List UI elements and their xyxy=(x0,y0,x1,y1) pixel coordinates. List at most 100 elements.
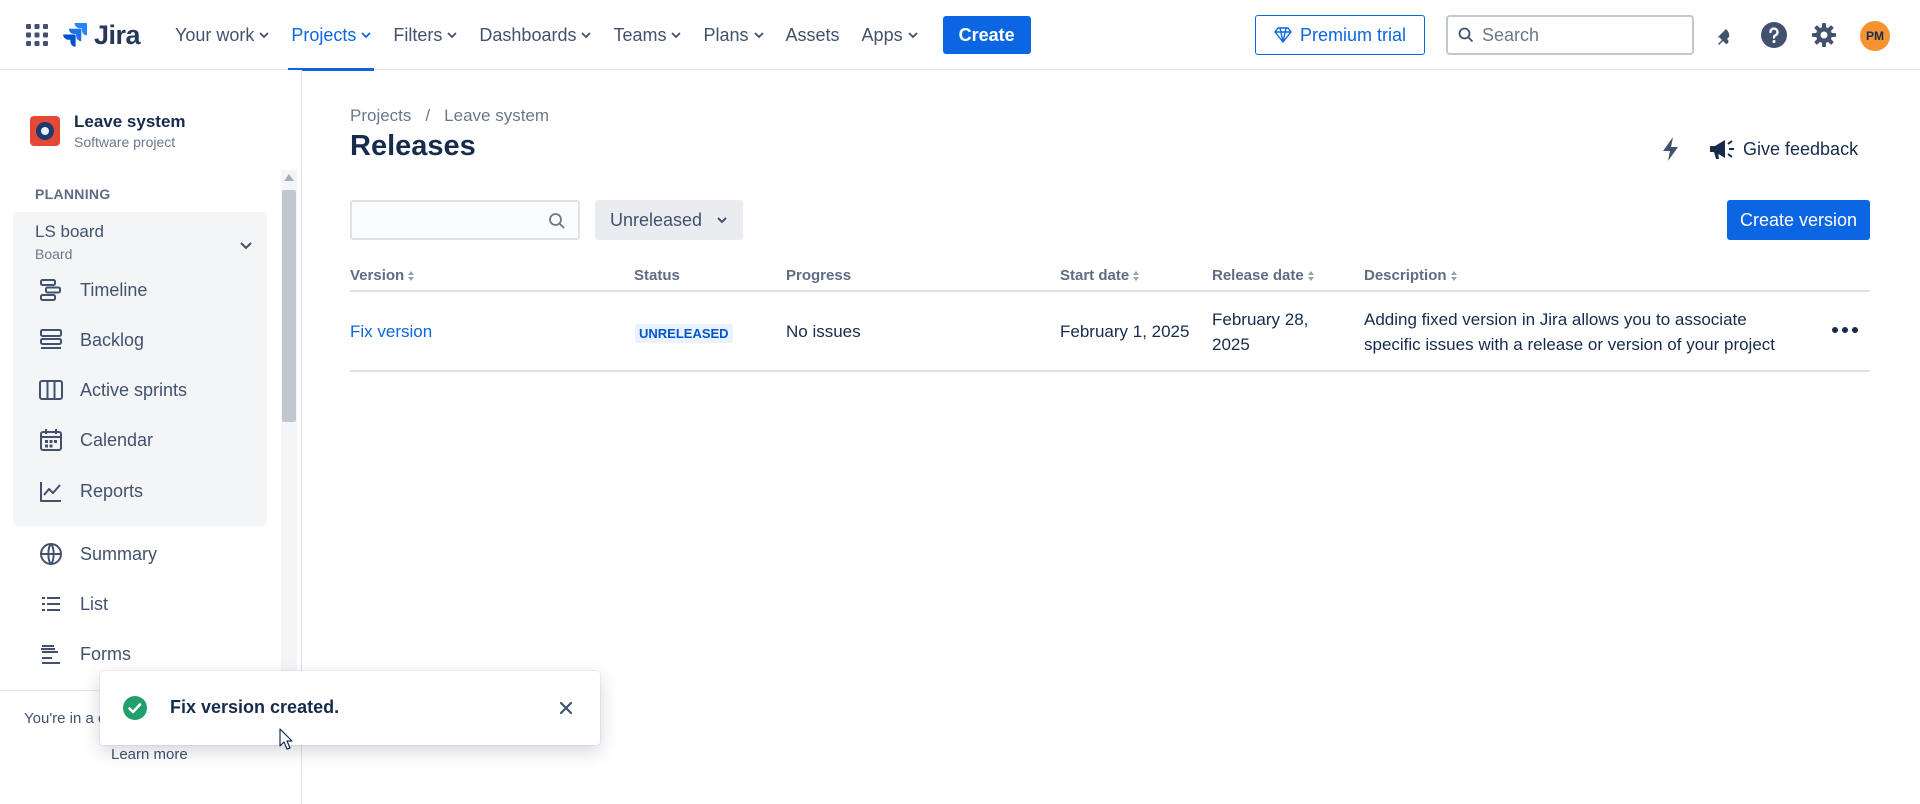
status-filter-dropdown[interactable]: Unreleased xyxy=(595,200,743,240)
releases-table: Version Status Progress Start date Relea… xyxy=(350,262,1870,372)
column-header-release-date[interactable]: Release date xyxy=(1212,267,1314,284)
search-box[interactable] xyxy=(1446,15,1694,55)
nav-label: Plans xyxy=(703,24,749,45)
project-header[interactable]: Leave system Software project xyxy=(30,112,186,150)
description-line: specific issues with a release or versio… xyxy=(1364,335,1776,354)
sidebar-scrollbar[interactable] xyxy=(281,170,297,690)
chevron-down-icon xyxy=(717,217,727,224)
sidebar-item-label: Forms xyxy=(80,643,131,664)
nav-projects[interactable]: Projects xyxy=(280,0,382,71)
sidebar-item-reports[interactable]: Reports xyxy=(38,478,143,504)
chevron-down-icon xyxy=(671,32,682,39)
board-selector[interactable]: LS board Board xyxy=(35,222,259,262)
project-type: Software project xyxy=(74,134,176,150)
success-check-icon xyxy=(123,696,147,720)
column-header-start-date[interactable]: Start date xyxy=(1060,267,1140,284)
sidebar-item-calendar[interactable]: Calendar xyxy=(38,427,153,453)
premium-trial-button[interactable]: Premium trial xyxy=(1255,15,1425,55)
nav-dashboards[interactable]: Dashboards xyxy=(468,0,602,70)
sort-icon xyxy=(1133,270,1140,281)
close-icon[interactable] xyxy=(556,698,576,718)
nav-teams[interactable]: Teams xyxy=(602,0,692,70)
sidebar-item-list[interactable]: List xyxy=(38,591,108,617)
column-label: Version xyxy=(350,267,405,284)
project-name: Leave system xyxy=(74,112,186,131)
planning-section-label: PLANNING xyxy=(35,186,111,202)
search-icon xyxy=(549,213,565,229)
success-toast: Fix version created. xyxy=(100,671,600,745)
calendar-icon xyxy=(40,429,62,451)
nav-filters[interactable]: Filters xyxy=(382,0,468,70)
nav-apps[interactable]: Apps xyxy=(851,0,929,70)
status-badge: UNRELEASED xyxy=(635,324,733,343)
chevron-down-icon xyxy=(361,32,372,39)
nav-plans[interactable]: Plans xyxy=(692,0,774,70)
create-version-button[interactable]: Create version xyxy=(1727,200,1870,240)
nav-label: Filters xyxy=(393,24,443,45)
chevron-down-icon xyxy=(447,32,458,39)
learn-more-link[interactable]: Learn more xyxy=(111,746,188,763)
jira-logo-icon xyxy=(63,23,87,47)
sort-icon xyxy=(1450,270,1457,281)
page-title: Releases xyxy=(350,130,476,162)
backlog-icon xyxy=(40,329,62,349)
give-feedback-label: Give feedback xyxy=(1743,138,1859,159)
sidebar-footer-text: You're in a c xyxy=(24,710,106,727)
create-button[interactable]: Create xyxy=(942,16,1031,54)
breadcrumb-separator: / xyxy=(425,106,431,125)
sidebar-item-label: Reports xyxy=(80,480,144,501)
chevron-down-icon xyxy=(581,32,592,39)
search-icon xyxy=(1458,27,1474,43)
nav-your-work[interactable]: Your work xyxy=(164,0,280,70)
sidebar-item-summary[interactable]: Summary xyxy=(38,541,157,567)
nav-label: Projects xyxy=(291,24,357,45)
chevron-down-icon xyxy=(907,32,918,39)
top-navigation: Jira Your work Projects Filters Dashboar… xyxy=(0,0,1920,71)
jira-logo[interactable]: Jira xyxy=(62,18,141,52)
release-date-line: 2025 xyxy=(1212,335,1250,354)
version-search-field[interactable] xyxy=(350,200,580,240)
settings-gear-icon[interactable] xyxy=(1810,21,1838,49)
diamond-icon xyxy=(1274,27,1292,43)
forms-icon xyxy=(41,645,60,664)
sidebar-item-label: List xyxy=(80,593,109,614)
breadcrumb-projects[interactable]: Projects xyxy=(350,106,411,126)
scroll-up-arrow-icon[interactable] xyxy=(284,174,294,181)
column-header-version[interactable]: Version xyxy=(350,267,415,284)
sidebar-item-label: Active sprints xyxy=(80,379,188,400)
search-input[interactable] xyxy=(1482,24,1672,46)
notifications-icon[interactable] xyxy=(1710,21,1738,49)
chevron-down-icon xyxy=(240,242,252,250)
list-icon xyxy=(42,597,60,611)
sidebar-item-label: Timeline xyxy=(80,279,148,300)
sidebar-item-label: Backlog xyxy=(80,329,145,350)
nav-label: Assets xyxy=(785,24,840,45)
board-name: LS board xyxy=(35,222,104,241)
give-feedback-button[interactable]: Give feedback xyxy=(1707,136,1858,162)
nav-assets[interactable]: Assets xyxy=(775,0,851,70)
nav-label: Dashboards xyxy=(479,24,577,45)
user-avatar[interactable]: PM xyxy=(1860,21,1890,51)
sidebar-item-backlog[interactable]: Backlog xyxy=(38,327,144,353)
more-actions-icon[interactable] xyxy=(1830,322,1860,338)
column-header-description[interactable]: Description xyxy=(1364,267,1457,284)
megaphone-icon xyxy=(1710,140,1734,159)
sidebar-item-forms[interactable]: Forms xyxy=(38,641,131,667)
help-icon[interactable] xyxy=(1760,21,1788,49)
scrollbar-thumb[interactable] xyxy=(282,190,296,422)
version-search-input[interactable] xyxy=(362,211,552,229)
table-row: Fix version UNRELEASED No issues Februar… xyxy=(350,292,1870,372)
release-date-line: February 28, xyxy=(1212,310,1309,329)
column-header-progress: Progress xyxy=(786,267,851,284)
nav-label: Teams xyxy=(613,24,667,45)
sidebar-item-active-sprints[interactable]: Active sprints xyxy=(38,377,187,403)
project-avatar-icon xyxy=(30,116,60,146)
automation-lightning-icon[interactable] xyxy=(1659,136,1683,162)
breadcrumb-leave-system[interactable]: Leave system xyxy=(444,106,549,126)
version-name-link[interactable]: Fix version xyxy=(350,319,432,344)
release-date-cell: February 28, 2025 xyxy=(1212,307,1308,357)
start-date-cell: February 1, 2025 xyxy=(1060,322,1190,341)
column-header-status: Status xyxy=(634,267,680,284)
sidebar-item-timeline[interactable]: Timeline xyxy=(38,277,147,303)
app-switcher-icon[interactable] xyxy=(26,24,48,46)
